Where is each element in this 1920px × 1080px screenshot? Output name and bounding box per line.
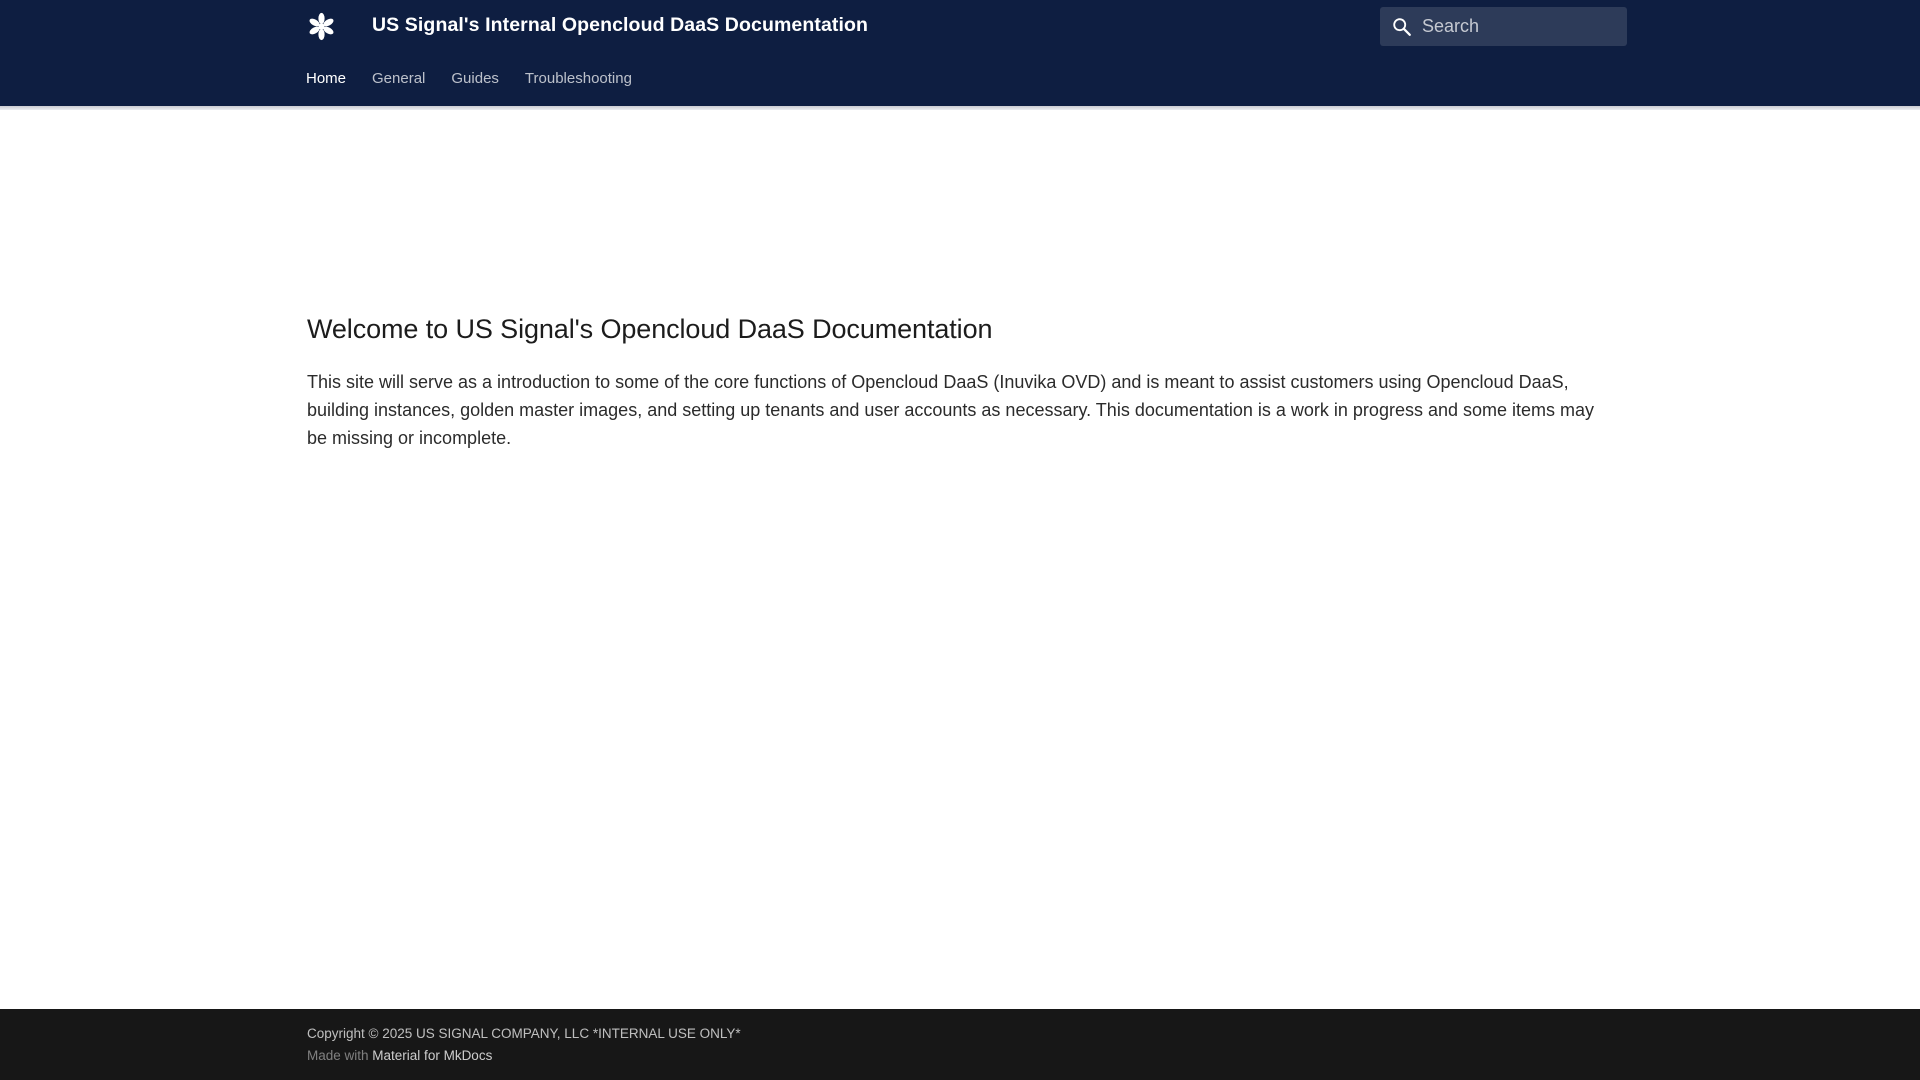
tab-troubleshooting[interactable]: Troubleshooting xyxy=(525,70,632,87)
tab-general[interactable]: General xyxy=(372,70,425,87)
copyright-text: Copyright © 2025 US SIGNAL COMPANY, LLC … xyxy=(307,1026,741,1041)
tab-guides[interactable]: Guides xyxy=(451,70,499,87)
search-input[interactable] xyxy=(1422,7,1654,46)
asterisk-logo-icon[interactable] xyxy=(307,12,336,41)
page-title: Welcome to US Signal's Opencloud DaaS Do… xyxy=(307,314,993,344)
material-mkdocs-link[interactable]: Material for MkDocs xyxy=(372,1048,492,1063)
main-content: Welcome to US Signal's Opencloud DaaS Do… xyxy=(0,106,1920,1080)
site-header: US Signal's Internal Opencloud DaaS Docu… xyxy=(0,0,1920,110)
made-with-prefix: Made with xyxy=(307,1048,369,1063)
search-box[interactable] xyxy=(1380,7,1654,46)
site-footer: Copyright © 2025 US SIGNAL COMPANY, LLC … xyxy=(0,1009,1920,1080)
search-icon[interactable] xyxy=(1391,14,1413,40)
site-title: US Signal's Internal Opencloud DaaS Docu… xyxy=(372,14,869,36)
intro-paragraph: This site will serve as a introduction t… xyxy=(307,372,1595,448)
tab-home[interactable]: Home xyxy=(306,70,346,87)
nav-tabs: Home General Guides Troubleshooting xyxy=(306,70,658,87)
made-with-text: Made with Material for MkDocs xyxy=(307,1048,492,1063)
page: US Signal's Internal Opencloud DaaS Docu… xyxy=(0,0,1920,1080)
header-top-bar: US Signal's Internal Opencloud DaaS Docu… xyxy=(0,0,1920,52)
